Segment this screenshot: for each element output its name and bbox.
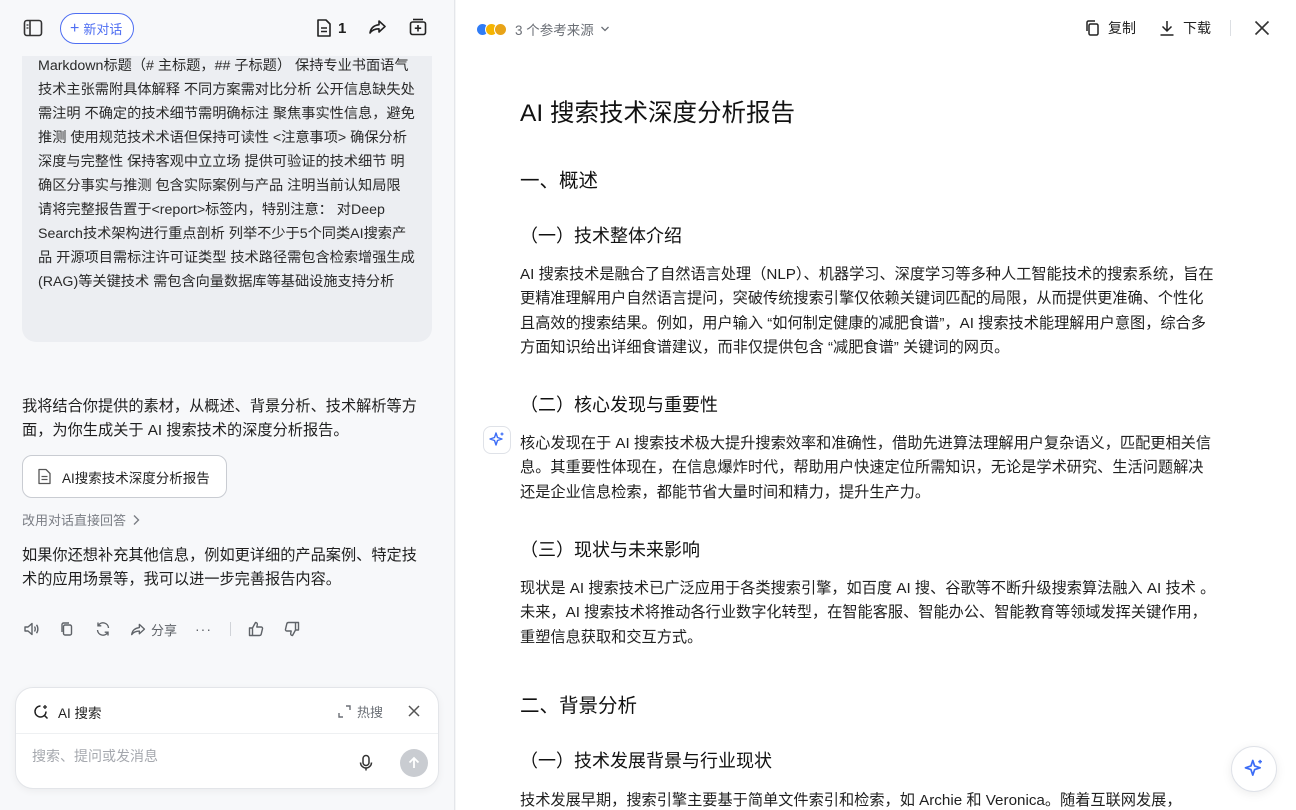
ai-search-label: AI 搜索: [58, 706, 102, 721]
source-icon: [494, 22, 507, 36]
new-chat-button[interactable]: + 新对话: [60, 13, 135, 44]
ai-search-mode-button[interactable]: AI 搜索: [33, 702, 102, 722]
report-header: 3 个参考来源 复制 下载: [456, 0, 1296, 56]
copy-label: 复制: [1108, 20, 1136, 36]
thumbs-down-icon[interactable]: [283, 620, 301, 638]
sparkle-icon: [489, 432, 504, 446]
regenerate-icon[interactable]: [94, 620, 112, 638]
document-icon: [38, 468, 51, 485]
report-title: AI 搜索技术深度分析报告: [520, 100, 795, 127]
thumbs-up-icon[interactable]: [247, 620, 265, 638]
divider: [1230, 20, 1231, 36]
download-button[interactable]: 下载: [1158, 18, 1211, 38]
user-message-text: 展方向 现存挑战与限制 未来研究重点 <格式要求> 使用Markdown标题（#…: [38, 34, 415, 290]
share-label: 分享: [151, 622, 178, 638]
switch-to-chat-link[interactable]: 改用对话直接回答: [22, 510, 140, 529]
arrow-up-icon: [408, 756, 420, 768]
report-card-label: AI搜索技术深度分析报告: [62, 470, 210, 486]
add-to-collection-icon[interactable]: [408, 17, 428, 42]
message-input[interactable]: [32, 748, 352, 764]
sparkle-icon: [1244, 759, 1262, 776]
download-label: 下载: [1183, 20, 1211, 36]
section-heading: 二、背景分析: [520, 695, 638, 717]
paragraph: 现状是 AI 搜索技术已广泛应用于各类搜索引擎，如百度 AI 搜、谷歌等不断升级…: [520, 580, 1216, 646]
close-icon[interactable]: [1253, 19, 1271, 42]
divider: [230, 622, 232, 636]
microphone-icon[interactable]: [358, 754, 374, 777]
copy-icon: [1086, 20, 1099, 36]
ai-assist-button[interactable]: [483, 426, 511, 454]
subsection-heading: （一）技术整体介绍: [520, 226, 682, 246]
speaker-icon[interactable]: [22, 620, 40, 638]
document-icon: [317, 19, 331, 37]
switch-link-label: 改用对话直接回答: [22, 513, 127, 528]
download-icon: [1160, 21, 1174, 36]
user-message-bubble: 展方向 现存挑战与限制 未来研究重点 <格式要求> 使用Markdown标题（#…: [22, 30, 432, 342]
chevron-right-icon: [133, 514, 140, 525]
section-heading: 一、概述: [520, 170, 599, 192]
expand-icon: [338, 705, 351, 718]
documents-button[interactable]: 1: [315, 18, 346, 38]
sources-label: 3 个参考来源: [515, 23, 594, 38]
ai-assistant-fab[interactable]: [1231, 746, 1277, 792]
chat-panel: + 新对话 1 展方向 现存挑战与限制 未来研究重点 <格式要求> 使用Mark…: [0, 0, 455, 810]
paragraph: AI 搜索技术是融合了自然语言处理（NLP）、机器学习、深度学习等多种人工智能技…: [520, 266, 1214, 356]
source-icons: [476, 22, 507, 36]
subsection-heading: （一）技术发展背景与行业现状: [520, 751, 772, 771]
assistant-followup-text: 如果你还想补充其他信息，例如更详细的产品案例、特定技术的应用场景等，我可以进一步…: [22, 547, 417, 588]
sources-dropdown[interactable]: 3 个参考来源: [476, 19, 610, 39]
subsection-heading: （二）核心发现与重要性: [520, 395, 718, 415]
copy-icon[interactable]: [58, 620, 76, 638]
assistant-reply-text: 我将结合你提供的素材，从概述、背景分析、技术解析等方面，为你生成关于 AI 搜索…: [22, 398, 417, 439]
close-icon[interactable]: [406, 703, 422, 724]
hot-search-button[interactable]: 热搜: [337, 702, 383, 721]
copy-button[interactable]: 复制: [1084, 18, 1136, 38]
share-message-button[interactable]: 分享: [130, 620, 177, 639]
chevron-down-icon: [600, 26, 609, 32]
paragraph: 技术发展早期，搜索引擎主要基于简单文件索引和检索，如 Archie 和 Vero…: [520, 792, 1182, 809]
share-icon[interactable]: [368, 17, 388, 42]
composer: AI 搜索 热搜: [15, 687, 439, 789]
chat-header: + 新对话 1: [0, 0, 454, 56]
more-options-button[interactable]: ···: [195, 621, 212, 637]
share-icon: [131, 623, 146, 635]
subsection-heading: （三）现状与未来影响: [520, 540, 700, 560]
composer-toolbar: AI 搜索 热搜: [16, 688, 438, 734]
report-card-button[interactable]: AI搜索技术深度分析报告: [22, 455, 227, 498]
new-chat-label: 新对话: [83, 22, 123, 37]
message-actions: 分享 ···: [22, 618, 319, 640]
paragraph: 核心发现在于 AI 搜索技术极大提升搜索效率和准确性，借助先进算法理解用户复杂语…: [520, 435, 1212, 501]
sidebar-toggle-icon[interactable]: [22, 17, 44, 39]
report-panel: 3 个参考来源 复制 下载 AI 搜索技术深度分析报告 一、概述 （一）技术整体…: [456, 0, 1296, 810]
hot-search-label: 热搜: [357, 705, 384, 720]
doc-count: 1: [338, 19, 347, 37]
send-button[interactable]: [400, 749, 428, 777]
plus-icon: +: [70, 19, 80, 37]
ai-search-icon: [34, 705, 49, 720]
